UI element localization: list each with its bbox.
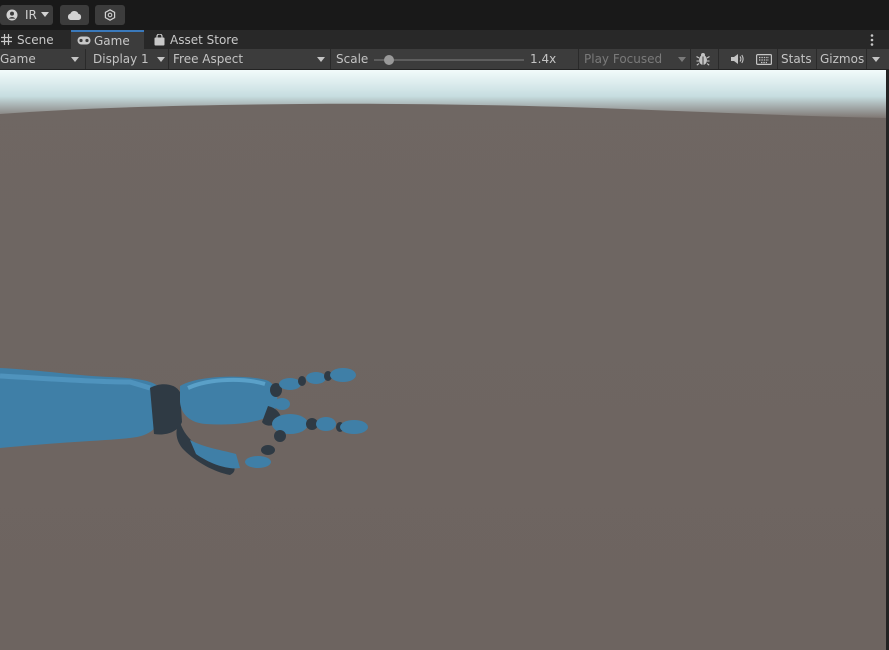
gizmos-button[interactable]: Gizmos: [820, 49, 864, 69]
scale-slider-handle[interactable]: [384, 55, 394, 65]
chevron-down-icon: [157, 57, 165, 62]
debug-toggle[interactable]: [694, 49, 712, 69]
chevron-down-icon: [71, 57, 79, 62]
divider: [330, 49, 331, 69]
cloud-icon: [67, 11, 82, 20]
tab-label: Asset Store: [170, 32, 239, 47]
speaker-icon: [731, 54, 744, 64]
scale-value: 1.4x: [530, 52, 557, 66]
aspect-dropdown[interactable]: Free Aspect: [173, 49, 328, 69]
tab-label: Game: [94, 33, 130, 48]
divider: [690, 49, 691, 69]
shortcuts-toggle[interactable]: [754, 49, 774, 69]
chevron-down-icon: [678, 57, 686, 62]
account-label: IR: [25, 8, 37, 22]
more-options-icon[interactable]: [866, 33, 878, 47]
scene-render: [0, 70, 886, 650]
cloud-button[interactable]: [60, 5, 89, 25]
divider: [816, 49, 817, 69]
tab-scene[interactable]: Scene: [0, 30, 68, 49]
divider: [718, 49, 719, 69]
gamepad-icon: [77, 36, 91, 45]
tab-asset-store[interactable]: Asset Store: [150, 30, 245, 49]
scale-slider-track[interactable]: [374, 59, 524, 61]
play-mode-dropdown[interactable]: Play Focused: [584, 49, 688, 69]
grid-icon: [1, 34, 12, 45]
divider: [85, 49, 86, 69]
services-button[interactable]: [95, 5, 125, 25]
bag-icon: [154, 33, 165, 45]
aspect-label: Free Aspect: [173, 52, 244, 66]
chevron-down-icon: [41, 12, 49, 17]
tab-bar: Scene Game Asset Store: [0, 30, 889, 49]
floor-plane: [0, 70, 886, 650]
account-button[interactable]: IR: [0, 5, 53, 25]
gizmos-dropdown[interactable]: [868, 49, 884, 69]
play-mode-label: Play Focused: [584, 52, 663, 66]
tab-game[interactable]: Game: [71, 30, 144, 49]
top-toolbar: IR: [0, 0, 889, 30]
services-icon: [104, 9, 116, 21]
divider: [578, 49, 579, 69]
chevron-down-icon: [872, 57, 880, 62]
divider: [866, 49, 867, 69]
tab-label: Scene: [17, 32, 54, 47]
chevron-down-icon: [317, 57, 325, 62]
person-icon: [6, 9, 18, 21]
bug-icon: [696, 53, 710, 66]
mute-audio-toggle[interactable]: [728, 49, 746, 69]
keyboard-icon: [756, 53, 772, 65]
divider: [777, 49, 778, 69]
display-dropdown[interactable]: Display 1: [93, 49, 168, 69]
game-view-dropdown[interactable]: Game: [0, 49, 84, 69]
display-label: Display 1: [93, 52, 149, 66]
scale-label: Scale: [336, 52, 369, 66]
stats-button[interactable]: Stats: [781, 49, 812, 69]
game-view-label: Game: [0, 52, 36, 66]
game-viewport[interactable]: [0, 70, 886, 650]
divider: [168, 49, 169, 69]
